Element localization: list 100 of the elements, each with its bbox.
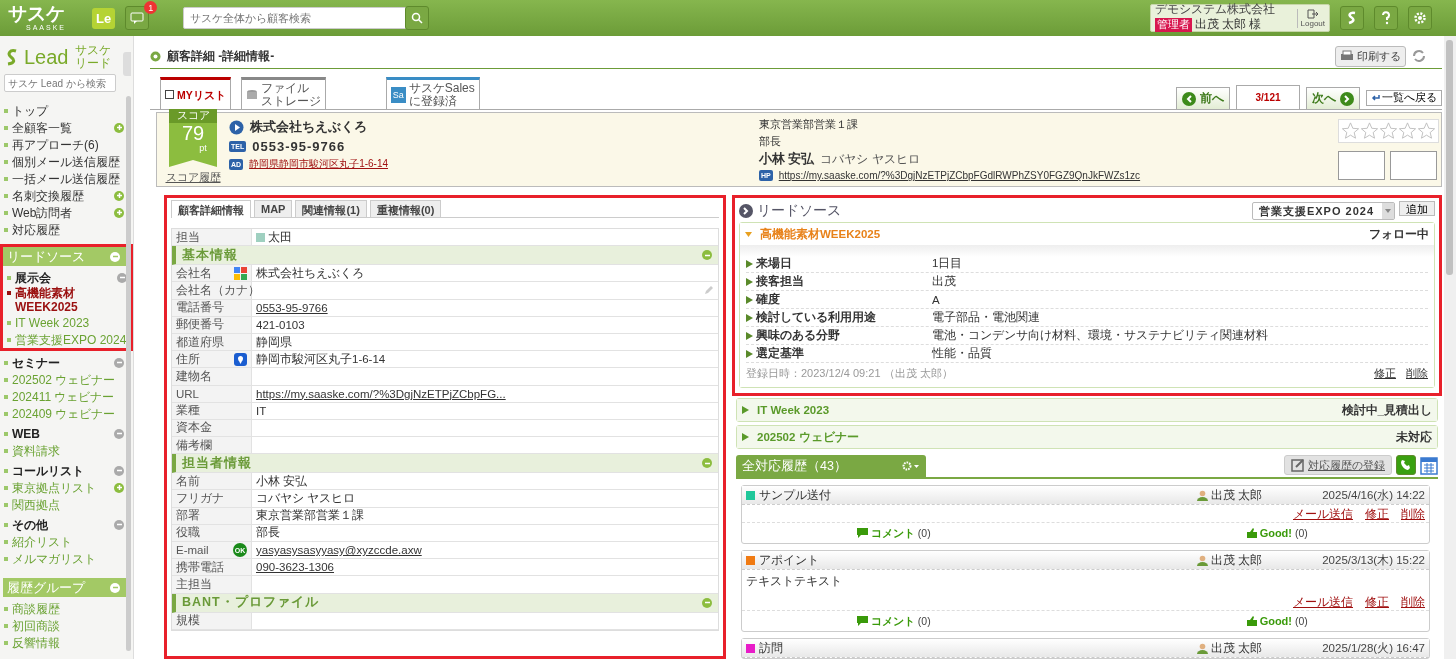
register-history-button[interactable]: 対応履歴の登録 [1284, 455, 1392, 475]
notification-button[interactable] [125, 6, 150, 30]
score-unit: pt [199, 143, 207, 153]
field-label: 電話番号 [176, 300, 224, 316]
nav-link[interactable]: 一括メール送信履歴 [4, 171, 120, 186]
back-to-list-button[interactable]: 一覧へ戻る [1366, 90, 1442, 106]
phone-button[interactable] [1396, 455, 1416, 475]
collapse-icon[interactable] [114, 519, 124, 530]
checkbox[interactable] [165, 90, 174, 99]
nav-link[interactable]: Web訪問者 [4, 205, 73, 220]
collapse-icon[interactable] [117, 272, 127, 283]
field-label: 役職 [176, 525, 200, 541]
my-list-tab[interactable]: MYリスト [160, 77, 231, 109]
collapse-icon[interactable] [702, 597, 712, 608]
settings-button[interactable] [1408, 6, 1432, 30]
comment-link[interactable]: コメント [870, 613, 915, 629]
company-name: デモシステム株式会社 [1154, 3, 1276, 16]
calendar-icon[interactable] [1420, 455, 1438, 475]
history-date: 2025/4/16(水) 14:22 [1321, 487, 1425, 503]
nav-link[interactable]: 名刺交換履歴 [4, 188, 84, 203]
lead-logo-icon [6, 48, 18, 66]
address-link[interactable]: 静岡県静岡市駿河区丸子1-6-14 [249, 157, 389, 171]
s-logo-button[interactable] [1340, 6, 1364, 30]
help-button[interactable] [1374, 6, 1398, 30]
field-label: 部署 [176, 508, 200, 524]
tab[interactable]: 関連情報(1) [295, 200, 367, 217]
add-icon[interactable] [114, 482, 124, 493]
section-title[interactable]: 展示会 [7, 270, 51, 285]
thumbs-up-icon [1246, 528, 1257, 538]
field-value: IT [256, 404, 267, 417]
add-button[interactable]: 追加 [1399, 200, 1435, 216]
settings-icon[interactable] [902, 461, 920, 471]
scrollbar-thumb[interactable] [1446, 40, 1453, 275]
section-title[interactable]: コールリスト [4, 463, 84, 478]
field-label: 主担当 [176, 576, 212, 592]
action-link[interactable]: 削除 [1406, 366, 1428, 379]
phone-icon [1400, 459, 1412, 471]
section-title[interactable]: セミナー [4, 355, 60, 370]
sidebar-search-field[interactable]: サスケ Lead から検索 [4, 74, 116, 92]
pencil-icon[interactable] [704, 285, 714, 296]
lead-source-select[interactable]: 営業支援EXPO 2024 [1251, 202, 1395, 220]
file-storage-tab[interactable]: ファイル ストレージ [240, 77, 326, 109]
entry-header[interactable]: 202502 ウェビナー 未対応 [737, 426, 1437, 448]
logout-button[interactable]: Logout [1296, 8, 1325, 28]
entry-header[interactable]: IT Week 2023 検討中_見積出し [737, 399, 1437, 421]
nav-link[interactable]: 再アプローチ(6) [4, 137, 99, 152]
search-field[interactable]: サスケ全体から顧客検索 [183, 7, 408, 29]
collapse-icon[interactable] [110, 582, 120, 593]
action-link[interactable]: メール送信 [1293, 507, 1353, 520]
sales-badge: Sa [390, 86, 406, 103]
add-icon[interactable] [114, 207, 124, 218]
value-link[interactable]: yasyasysasyyasy@xyzccde.axw [256, 544, 422, 557]
add-icon[interactable] [114, 122, 124, 133]
next-button[interactable]: 次へ [1306, 87, 1360, 109]
history-date: 2025/1/28(火) 16:47 [1321, 640, 1425, 656]
action-link[interactable]: 削除 [1401, 595, 1425, 608]
good-button[interactable]: Good! [1259, 527, 1292, 539]
sidebar-item[interactable]: 高機能素材WEEK2025 [7, 286, 127, 314]
star-rating[interactable] [1338, 119, 1439, 143]
collapse-icon[interactable] [114, 465, 124, 476]
action-link[interactable]: 修正 [1365, 507, 1389, 520]
field-label: 都道府県 [176, 334, 224, 350]
nav-link[interactable]: 全顧客一覧 [4, 120, 72, 135]
collapse-icon[interactable] [702, 458, 712, 469]
nav-link[interactable]: トップ [4, 103, 48, 118]
score-history-link[interactable]: スコア履歴 [165, 171, 221, 185]
value-link[interactable]: 0553-95-9766 [256, 301, 328, 314]
field-label: 担当 [176, 229, 200, 245]
play-icon [229, 119, 244, 135]
collapse-icon[interactable] [114, 357, 124, 368]
action-link[interactable]: メール送信 [1293, 595, 1353, 608]
thumbs-up-icon [1246, 616, 1257, 626]
tab[interactable]: MAP [254, 200, 293, 217]
action-link[interactable]: 修正 [1365, 595, 1389, 608]
website-link[interactable]: https://my.saaske.com/?%3DgjNzETPjZCbpFGdlRWPhZSY0FGZ9QnJkFWZs1zc [778, 170, 1141, 181]
add-icon[interactable] [114, 190, 124, 201]
map-pin-icon[interactable] [234, 352, 247, 366]
print-button[interactable]: 印刷する [1335, 45, 1406, 67]
registration-date: 登録日時：2023/12/4 09:21 （出茂 太郎） [746, 365, 953, 381]
web-search-icon[interactable] [234, 266, 247, 280]
nav-link[interactable]: 対応履歴 [4, 222, 60, 237]
collapse-icon[interactable] [110, 251, 120, 262]
comment-link[interactable]: コメント [870, 525, 915, 541]
nav-link[interactable]: 個別メール送信履歴 [4, 154, 120, 169]
value-link[interactable]: https://my.saaske.com/?%3DgjNzETPjZCbpFG... [256, 387, 506, 400]
search-button[interactable] [405, 6, 430, 30]
collapse-icon[interactable] [114, 428, 124, 439]
section-title[interactable]: WEB [4, 426, 40, 441]
settings-icon [1413, 11, 1427, 25]
value-link[interactable]: 090-3623-1306 [256, 561, 334, 574]
tab[interactable]: 顧客詳細情報 [171, 200, 251, 218]
field-label: 会社名（カナ） [176, 282, 260, 298]
tab[interactable]: 重複情報(0) [369, 200, 442, 217]
refresh-icon[interactable] [1412, 49, 1426, 63]
collapse-icon[interactable] [702, 250, 712, 261]
section-title[interactable]: その他 [4, 517, 48, 532]
action-link[interactable]: 削除 [1401, 507, 1425, 520]
previous-button[interactable]: 前へ [1176, 87, 1230, 109]
action-link[interactable]: 修正 [1374, 366, 1396, 379]
good-button[interactable]: Good! [1259, 615, 1292, 627]
